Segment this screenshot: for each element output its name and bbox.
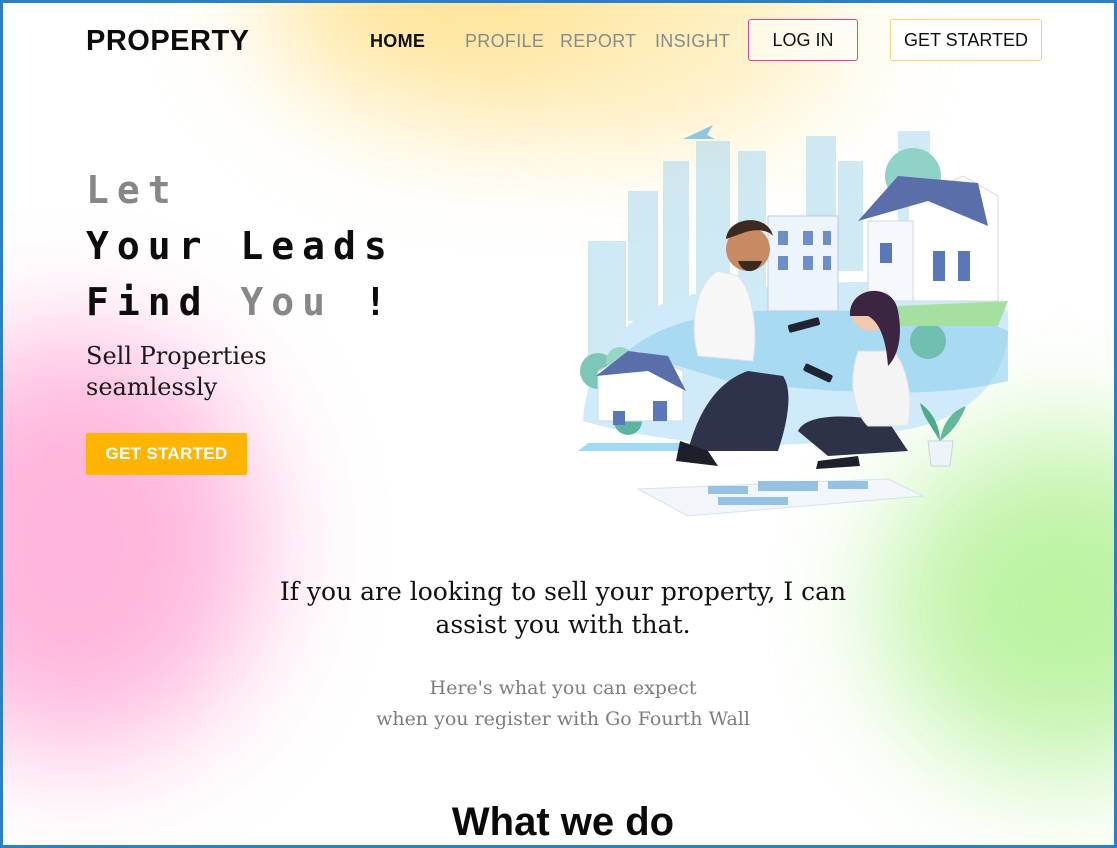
nav-report[interactable]: REPORT [560,31,636,52]
hero-word-you: You [240,280,334,324]
intro-statement-line1: If you are looking to sell your property… [279,577,847,606]
hero-get-started-button[interactable]: GET STARTED [86,433,247,475]
intro-expectation: Here's what you can expect when you regi… [313,673,813,735]
intro-expectation-line2: when you register with Go Fourth Wall [376,708,750,730]
hero-headline-line2: Your Leads [86,224,395,268]
hero-subtitle-line1: Sell Properties [86,342,267,370]
intro-expectation-line1: Here's what you can expect [429,677,697,699]
nav-home[interactable]: HOME [370,31,425,52]
login-button[interactable]: LOG IN [748,19,858,61]
what-we-do-heading: What we do [451,800,675,844]
hero-word-let: Let [86,168,179,212]
intro-statement: If you are looking to sell your property… [233,575,893,641]
hero-subtitle: Sell Properties seamlessly [86,341,267,403]
header-get-started-button[interactable]: GET STARTED [890,19,1042,61]
nav-profile[interactable]: PROFILE [465,31,544,52]
nav-insight[interactable]: INSIGHT [655,31,730,52]
plane-icon [683,125,715,139]
hero-headline-line3: Find You ! [86,280,395,324]
site-logo[interactable]: PROPERTY [86,25,250,58]
hero-subtitle-line2: seamlessly [86,373,218,401]
floor-plan [636,478,925,517]
hero-headline-line1: Let [86,168,179,212]
intro-statement-line2: assist you with that. [435,610,691,639]
hero-exclamation: ! [363,280,395,324]
hero-word-find: Find [86,280,210,324]
page-frame: PROPERTY HOME PROFILE REPORT INSIGHT LOG… [0,0,1117,848]
hero-illustration [578,125,1009,517]
